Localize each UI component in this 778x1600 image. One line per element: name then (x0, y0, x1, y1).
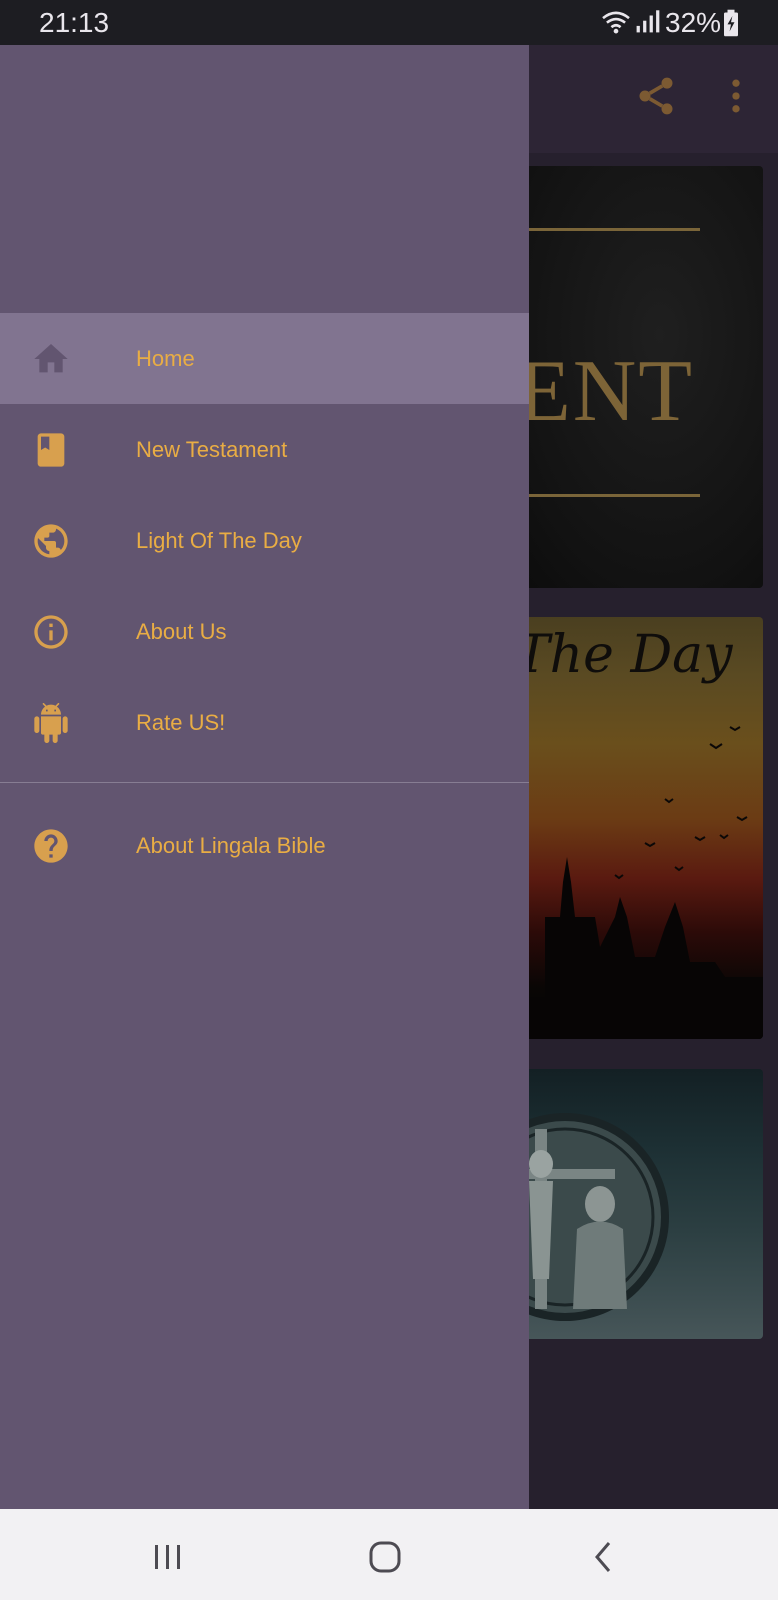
home-icon (34, 344, 68, 373)
menu-item-label: About Lingala Bible (136, 833, 326, 858)
status-bar: 21:13 32% (0, 0, 778, 45)
more-vert-icon[interactable] (714, 74, 758, 118)
menu-item-home[interactable]: Home (0, 313, 529, 404)
menu-item-label: New Testament (136, 437, 288, 462)
menu-item-about-us[interactable]: About Us (0, 586, 529, 677)
recent-apps-icon (155, 1545, 180, 1569)
battery-percent: 32% (665, 7, 722, 38)
crucifixion-card[interactable] (505, 1069, 763, 1339)
menu-item-rate-us[interactable]: Rate US! (0, 677, 529, 768)
drawer-divider (0, 782, 529, 783)
navigation-drawer: Home New Testament Light Of The Day Abou… (0, 45, 529, 1509)
globe-icon (34, 524, 68, 558)
status-time: 21:13 (39, 7, 110, 38)
signal-icon (636, 10, 660, 33)
menu-item-label: About Us (136, 619, 227, 644)
menu-item-label: Light Of The Day (136, 528, 302, 553)
decorative-rule (525, 494, 700, 497)
light-of-the-day-card[interactable]: The Day (505, 617, 763, 1039)
new-testament-card[interactable]: ENT (505, 166, 763, 588)
system-navigation-bar (0, 1509, 778, 1600)
battery-charging-icon (724, 9, 738, 37)
android-icon (34, 703, 68, 743)
menu-item-label: Rate US! (136, 710, 226, 735)
wifi-icon (602, 11, 630, 34)
stained-glass-image (505, 1113, 669, 1321)
menu-item-light-of-the-day[interactable]: Light Of The Day (0, 495, 529, 586)
menu-item-new-testament[interactable]: New Testament (0, 404, 529, 495)
help-icon (34, 829, 68, 863)
back-icon (595, 1542, 611, 1572)
book-icon (37, 433, 65, 467)
home-nav-icon (369, 1541, 401, 1573)
home-button[interactable] (357, 1529, 413, 1585)
share-icon[interactable] (634, 74, 678, 118)
info-icon (34, 615, 68, 649)
menu-item-label: Home (136, 346, 195, 371)
recent-apps-button[interactable] (140, 1529, 196, 1585)
city-silhouette-image (505, 726, 763, 1039)
screen: ENT The Day 21:13 32% Home New Testament… (0, 0, 778, 1600)
back-button[interactable] (576, 1529, 632, 1585)
decorative-rule (525, 228, 700, 231)
drawer-header (0, 45, 529, 313)
menu-item-about-lingala-bible[interactable]: About Lingala Bible (0, 800, 529, 891)
card-title-text: ENT (517, 343, 695, 440)
